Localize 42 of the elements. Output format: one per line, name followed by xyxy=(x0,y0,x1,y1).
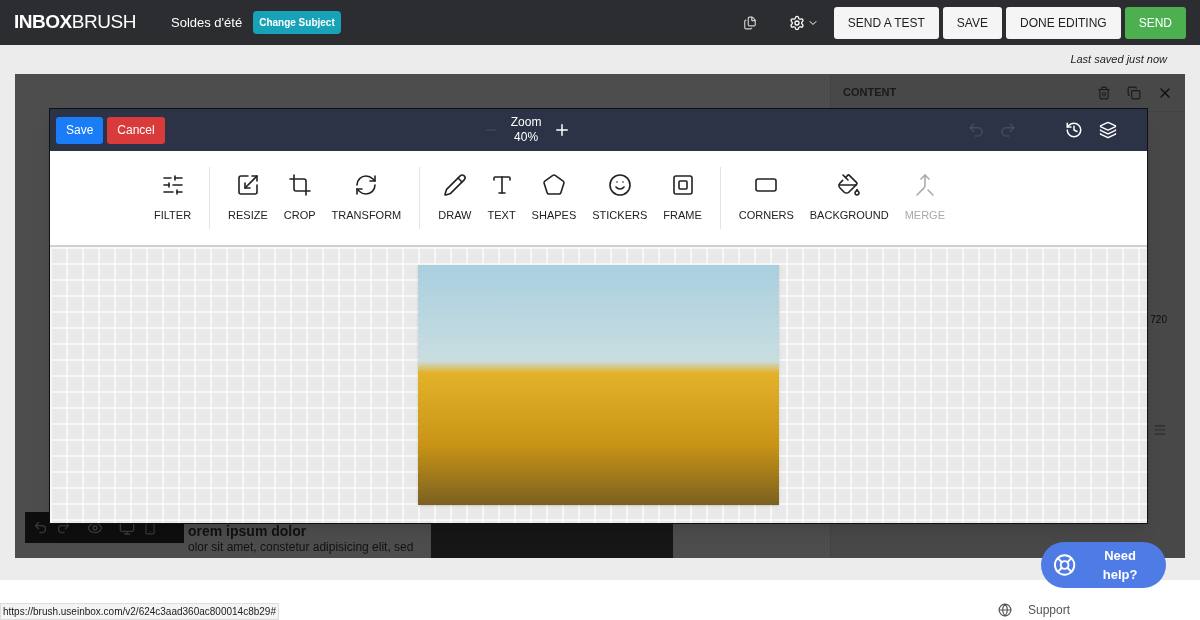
pencil-icon xyxy=(442,172,467,197)
tool-button[interactable]: SHAPES xyxy=(523,172,585,224)
zoom-value: 40% xyxy=(514,130,539,145)
sliders-icon xyxy=(160,172,185,197)
paint-bucket-icon xyxy=(837,172,862,197)
tool-button[interactable]: FILTER xyxy=(146,172,200,224)
tool-button[interactable]: TEXT xyxy=(479,172,524,224)
toolbar-button[interactable]: DONE EDITING xyxy=(1006,6,1121,39)
tool-button[interactable]: TRANSFORM xyxy=(323,172,410,224)
width-value: 720 xyxy=(1150,313,1167,327)
history-icon[interactable] xyxy=(1065,121,1083,139)
frame-icon xyxy=(670,172,695,197)
layers-icon[interactable] xyxy=(1099,121,1117,139)
logo[interactable]: INBOXBRUSH xyxy=(14,8,156,37)
tool-button[interactable]: CORNERS xyxy=(730,172,802,224)
need-help-button[interactable]: Need help? xyxy=(1041,542,1166,588)
tool-button[interactable]: FRAME xyxy=(655,172,710,224)
resize-icon xyxy=(235,172,260,197)
toolbar-button[interactable]: SEND A TEST xyxy=(833,6,939,39)
email-paragraph: olor sit amet, constetur adipisicing elit, sed xyxy=(188,539,414,555)
cancel-button[interactable]: Cancel xyxy=(107,116,165,144)
pentagon-icon xyxy=(541,172,566,197)
tool-button[interactable]: DRAW xyxy=(430,172,480,224)
email-subject: Soldes d'été xyxy=(171,13,243,32)
toolbar-button[interactable]: SAVE xyxy=(942,6,1002,39)
save-button[interactable]: Save xyxy=(56,116,104,144)
crop-icon xyxy=(287,172,312,197)
support-link[interactable]: Support xyxy=(1027,601,1070,619)
settings-icon[interactable] xyxy=(788,14,805,31)
save-status: Last saved just now xyxy=(1070,52,1167,68)
smiley-icon xyxy=(607,172,632,197)
tool-button[interactable]: RESIZE xyxy=(220,172,276,224)
url-status: https://brush.useinbox.com/v2/624c3aad360ac800014c8b29# xyxy=(0,603,279,620)
rotate-arrows-icon xyxy=(354,172,379,197)
tool-button[interactable]: STICKERS xyxy=(584,172,656,224)
lifebuoy-icon xyxy=(1053,553,1077,577)
zoom-label: Zoom xyxy=(510,115,542,130)
globe-icon xyxy=(997,603,1012,617)
tool-button[interactable]: CROP xyxy=(275,172,324,224)
documents-icon[interactable] xyxy=(742,15,757,30)
tool-button[interactable]: BACKGROUND xyxy=(801,172,897,224)
email-heading: orem ipsum dolor xyxy=(188,523,308,539)
